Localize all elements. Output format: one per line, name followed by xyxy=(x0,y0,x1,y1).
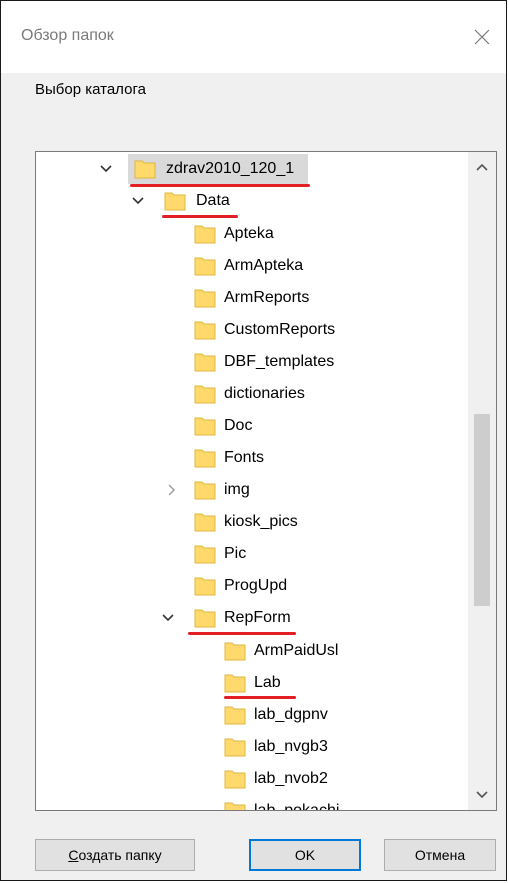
folder-icon xyxy=(194,577,216,596)
tree-item[interactable]: lab_nvgb3 xyxy=(36,732,466,762)
folder-icon xyxy=(194,481,216,500)
tree-item[interactable]: Apteka xyxy=(36,219,466,249)
folder-icon xyxy=(194,449,216,468)
ok-button[interactable]: OK xyxy=(249,839,361,871)
tree-item[interactable]: img xyxy=(36,475,466,505)
create-folder-button[interactable]: Создать папку xyxy=(35,839,195,871)
tree-item-label: Fonts xyxy=(224,449,265,466)
annotation-underline-data xyxy=(162,215,238,218)
chevron-right-icon[interactable] xyxy=(164,482,180,498)
tree-item-label: ArmPaidUsl xyxy=(254,642,339,659)
folder-icon xyxy=(194,257,216,276)
chevron-down-icon[interactable] xyxy=(160,610,176,626)
tree-item-root[interactable]: zdrav2010_120_1 xyxy=(36,154,466,184)
chevron-down-icon[interactable] xyxy=(98,161,114,177)
folder-icon xyxy=(224,802,246,810)
tree-item[interactable]: ArmApteka xyxy=(36,251,466,281)
chevron-down-icon[interactable] xyxy=(130,193,146,209)
tree-item-label: ArmReports xyxy=(224,289,310,306)
folder-icon xyxy=(224,674,246,693)
close-icon xyxy=(474,29,490,45)
dialog-prompt: Выбор каталога xyxy=(35,81,146,98)
folder-icon xyxy=(194,513,216,532)
folder-icon xyxy=(224,706,246,725)
tree-item-label: RepForm xyxy=(224,609,291,626)
create-folder-label: оздать папку xyxy=(78,847,162,863)
tree-item[interactable]: Fonts xyxy=(36,443,466,473)
title-bar: Обзор папок xyxy=(1,1,506,73)
tree-item-label: lab_nvgb3 xyxy=(254,738,328,755)
tree-item-label: img xyxy=(224,481,250,498)
scroll-thumb[interactable] xyxy=(474,414,490,606)
chevron-down-icon xyxy=(476,791,488,799)
folder-icon xyxy=(194,545,216,564)
tree-item-lab[interactable]: Lab xyxy=(36,668,466,698)
chevron-up-icon xyxy=(476,163,488,171)
tree-item-label: ArmApteka xyxy=(224,257,304,274)
tree-item[interactable]: lab_dgpnv xyxy=(36,700,466,730)
tree-item-data[interactable]: Data xyxy=(36,186,466,216)
annotation-underline-repform xyxy=(188,632,296,635)
tree-item-repform[interactable]: RepForm xyxy=(36,603,466,633)
tree-item[interactable]: ArmReports xyxy=(36,283,466,313)
folder-icon xyxy=(194,321,216,340)
tree-item-label: Apteka xyxy=(224,225,274,242)
folder-icon xyxy=(194,417,216,436)
tree-item-label: lab_pokachi xyxy=(254,802,340,811)
folder-icon xyxy=(164,192,186,211)
vertical-scrollbar[interactable] xyxy=(468,152,496,810)
create-folder-accelerator: С xyxy=(68,847,79,863)
tree-item-label: zdrav2010_120_1 xyxy=(166,160,295,177)
tree-item[interactable]: Doc xyxy=(36,411,466,441)
folder-icon xyxy=(134,160,156,179)
tree-item[interactable]: Pic xyxy=(36,539,466,569)
tree-item-label: Pic xyxy=(224,545,247,562)
tree-item[interactable]: ProgUpd xyxy=(36,571,466,601)
scroll-down-button[interactable] xyxy=(468,780,496,810)
tree-item-label: ProgUpd xyxy=(224,577,288,594)
folder-icon xyxy=(194,289,216,308)
ok-label: OK xyxy=(294,847,316,863)
folder-icon xyxy=(224,642,246,661)
tree-item[interactable]: lab_pokachi xyxy=(36,796,466,811)
scroll-up-button[interactable] xyxy=(468,152,496,182)
dialog-title: Обзор папок xyxy=(21,27,114,44)
folder-tree[interactable]: zdrav2010_120_1 Data Apteka ArmApteka Ar… xyxy=(35,151,497,811)
folder-icon xyxy=(194,353,216,372)
close-button[interactable] xyxy=(458,13,506,61)
cancel-button[interactable]: Отмена xyxy=(384,839,496,871)
tree-item-label: DBF_templates xyxy=(224,353,335,370)
folder-icon xyxy=(194,609,216,628)
browse-folder-dialog: Обзор папок Выбор каталога zdrav2010_120… xyxy=(0,0,507,881)
tree-item-label: Lab xyxy=(254,674,281,691)
folder-icon xyxy=(224,770,246,789)
cancel-label: Отмена xyxy=(414,847,466,863)
tree-item-label: lab_nvob2 xyxy=(254,770,328,787)
tree-item-label: Doc xyxy=(224,417,253,434)
tree-item-label: CustomReports xyxy=(224,321,336,338)
tree-item-label: dictionaries xyxy=(224,385,305,402)
tree-item[interactable]: ArmPaidUsl xyxy=(36,636,466,666)
tree-item-label: kiosk_pics xyxy=(224,513,298,530)
folder-icon xyxy=(194,225,216,244)
tree-item[interactable]: dictionaries xyxy=(36,379,466,409)
annotation-underline-lab xyxy=(224,696,296,699)
tree-item[interactable]: kiosk_pics xyxy=(36,507,466,537)
tree-item[interactable]: DBF_templates xyxy=(36,347,466,377)
tree-item[interactable]: lab_nvob2 xyxy=(36,764,466,794)
tree-item[interactable]: CustomReports xyxy=(36,315,466,345)
tree-item-label: Data xyxy=(196,192,230,209)
tree-item-label: lab_dgpnv xyxy=(254,706,328,723)
folder-icon xyxy=(194,385,216,404)
folder-icon xyxy=(224,738,246,757)
